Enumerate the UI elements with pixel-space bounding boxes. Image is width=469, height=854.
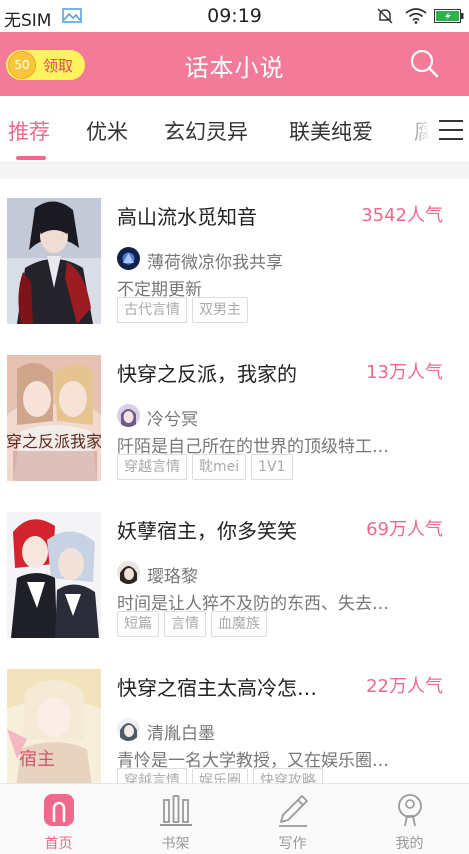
status-bar: 无SIM 09:19	[0, 0, 469, 32]
cover-title-art: 宿主	[19, 749, 55, 770]
book-tag[interactable]: 快穿攻略	[253, 768, 323, 783]
wifi-icon	[405, 8, 427, 24]
book-list: 高山流水觅知音 3542人气 薄荷微凉你我共享 不定期更新 古代言情 双男主 穿…	[0, 179, 469, 783]
book-tag[interactable]: 穿越言情	[117, 454, 187, 480]
category-tabs: 推荐 优米 玄幻灵异 联美纯爱 腐	[0, 96, 469, 163]
tag-list: 穿越言情 耽mei 1V1	[117, 454, 298, 480]
nav-bookshelf-label: 书架	[161, 836, 190, 852]
book-tag[interactable]: 耽mei	[192, 454, 247, 480]
popularity-count: 13万人气	[366, 362, 443, 383]
tab-fantasy[interactable]: 玄幻灵异	[164, 116, 248, 146]
book-tag[interactable]: 穿越言情	[117, 768, 187, 783]
book-cover[interactable]: 宿主	[7, 669, 101, 783]
author-name: 清胤白墨	[147, 724, 215, 744]
bottom-nav: 首页 书架 写作 我的	[0, 783, 469, 854]
nav-bookshelf[interactable]: 书架	[117, 784, 234, 854]
nav-home-label: 首页	[44, 836, 73, 852]
book-tag[interactable]: 短篇	[117, 611, 159, 637]
menu-icon[interactable]	[438, 118, 464, 142]
book-item[interactable]: 宿主 快穿之宿主太高冷怎… 22万人气 清胤白墨 青怜是一名大学教授，又在娱乐圈…	[0, 650, 469, 783]
book-title: 高山流水觅知音	[117, 205, 257, 229]
active-tab-indicator	[16, 156, 46, 160]
clock: 09:19	[207, 5, 262, 27]
book-tag[interactable]: 血魔族	[211, 611, 267, 637]
tag-list: 短篇 言情 血魔族	[117, 611, 272, 637]
author-avatar	[117, 561, 140, 584]
popularity-count: 3542人气	[361, 205, 443, 226]
book-tag[interactable]: 娱乐圈	[192, 768, 248, 783]
book-item[interactable]: 高山流水觅知音 3542人气 薄荷微凉你我共享 不定期更新 古代言情 双男主	[0, 179, 469, 337]
book-cover[interactable]	[7, 198, 101, 324]
tag-list: 穿越言情 娱乐圈 快穿攻略	[117, 768, 328, 783]
popularity-count: 22万人气	[366, 676, 443, 697]
book-tag[interactable]: 言情	[164, 611, 206, 637]
book-title: 快穿之宿主太高冷怎…	[117, 676, 317, 700]
author-name: 冷兮冥	[147, 410, 198, 430]
pen-icon	[279, 795, 308, 827]
app-header: 50 领取 话本小说	[0, 32, 469, 96]
profile-icon	[398, 794, 422, 827]
tab-youmi[interactable]: 优米	[86, 116, 128, 146]
nav-home[interactable]: 首页	[0, 784, 117, 854]
nav-profile[interactable]: 我的	[351, 784, 468, 854]
app-title: 话本小说	[184, 54, 285, 82]
author-avatar	[117, 247, 140, 270]
book-cover[interactable]	[7, 512, 101, 638]
nav-profile-label: 我的	[395, 836, 424, 852]
book-cover[interactable]: 快穿之反派我家的	[7, 355, 101, 481]
author-avatar	[117, 404, 140, 427]
author-name: 璎珞黎	[147, 567, 198, 587]
book-item[interactable]: 快穿之反派我家的 快穿之反派，我家的 13万人气 冷兮冥 阡陌是自己所在的世界的…	[0, 336, 469, 494]
nav-write-label: 写作	[278, 836, 307, 852]
book-tag[interactable]: 1V1	[251, 454, 293, 480]
book-tag[interactable]: 古代言情	[117, 297, 187, 323]
tag-list: 古代言情 双男主	[117, 297, 253, 323]
nav-write[interactable]: 写作	[234, 784, 351, 854]
book-item[interactable]: 妖孽宿主，你多笑笑 69万人气 璎珞黎 时间是让人猝不及防的东西、失去… 短篇言…	[0, 493, 469, 651]
search-icon[interactable]	[408, 48, 440, 80]
popularity-count: 69万人气	[366, 519, 443, 540]
author-name: 薄荷微凉你我共享	[147, 253, 283, 273]
book-title: 快穿之反派，我家的	[117, 362, 297, 386]
author-avatar	[117, 718, 140, 741]
book-tag[interactable]: 双男主	[192, 297, 248, 323]
tab-recommended[interactable]: 推荐	[8, 116, 50, 146]
battery-icon	[434, 9, 464, 23]
book-title: 妖孽宿主，你多笑笑	[117, 519, 297, 543]
home-icon	[44, 794, 74, 826]
section-divider	[0, 163, 469, 179]
mute-icon	[377, 8, 393, 24]
bookshelf-icon	[160, 795, 192, 826]
tab-bl[interactable]: 联美纯爱	[289, 116, 373, 146]
cover-title-art: 快穿之反派我家的	[7, 432, 101, 451]
